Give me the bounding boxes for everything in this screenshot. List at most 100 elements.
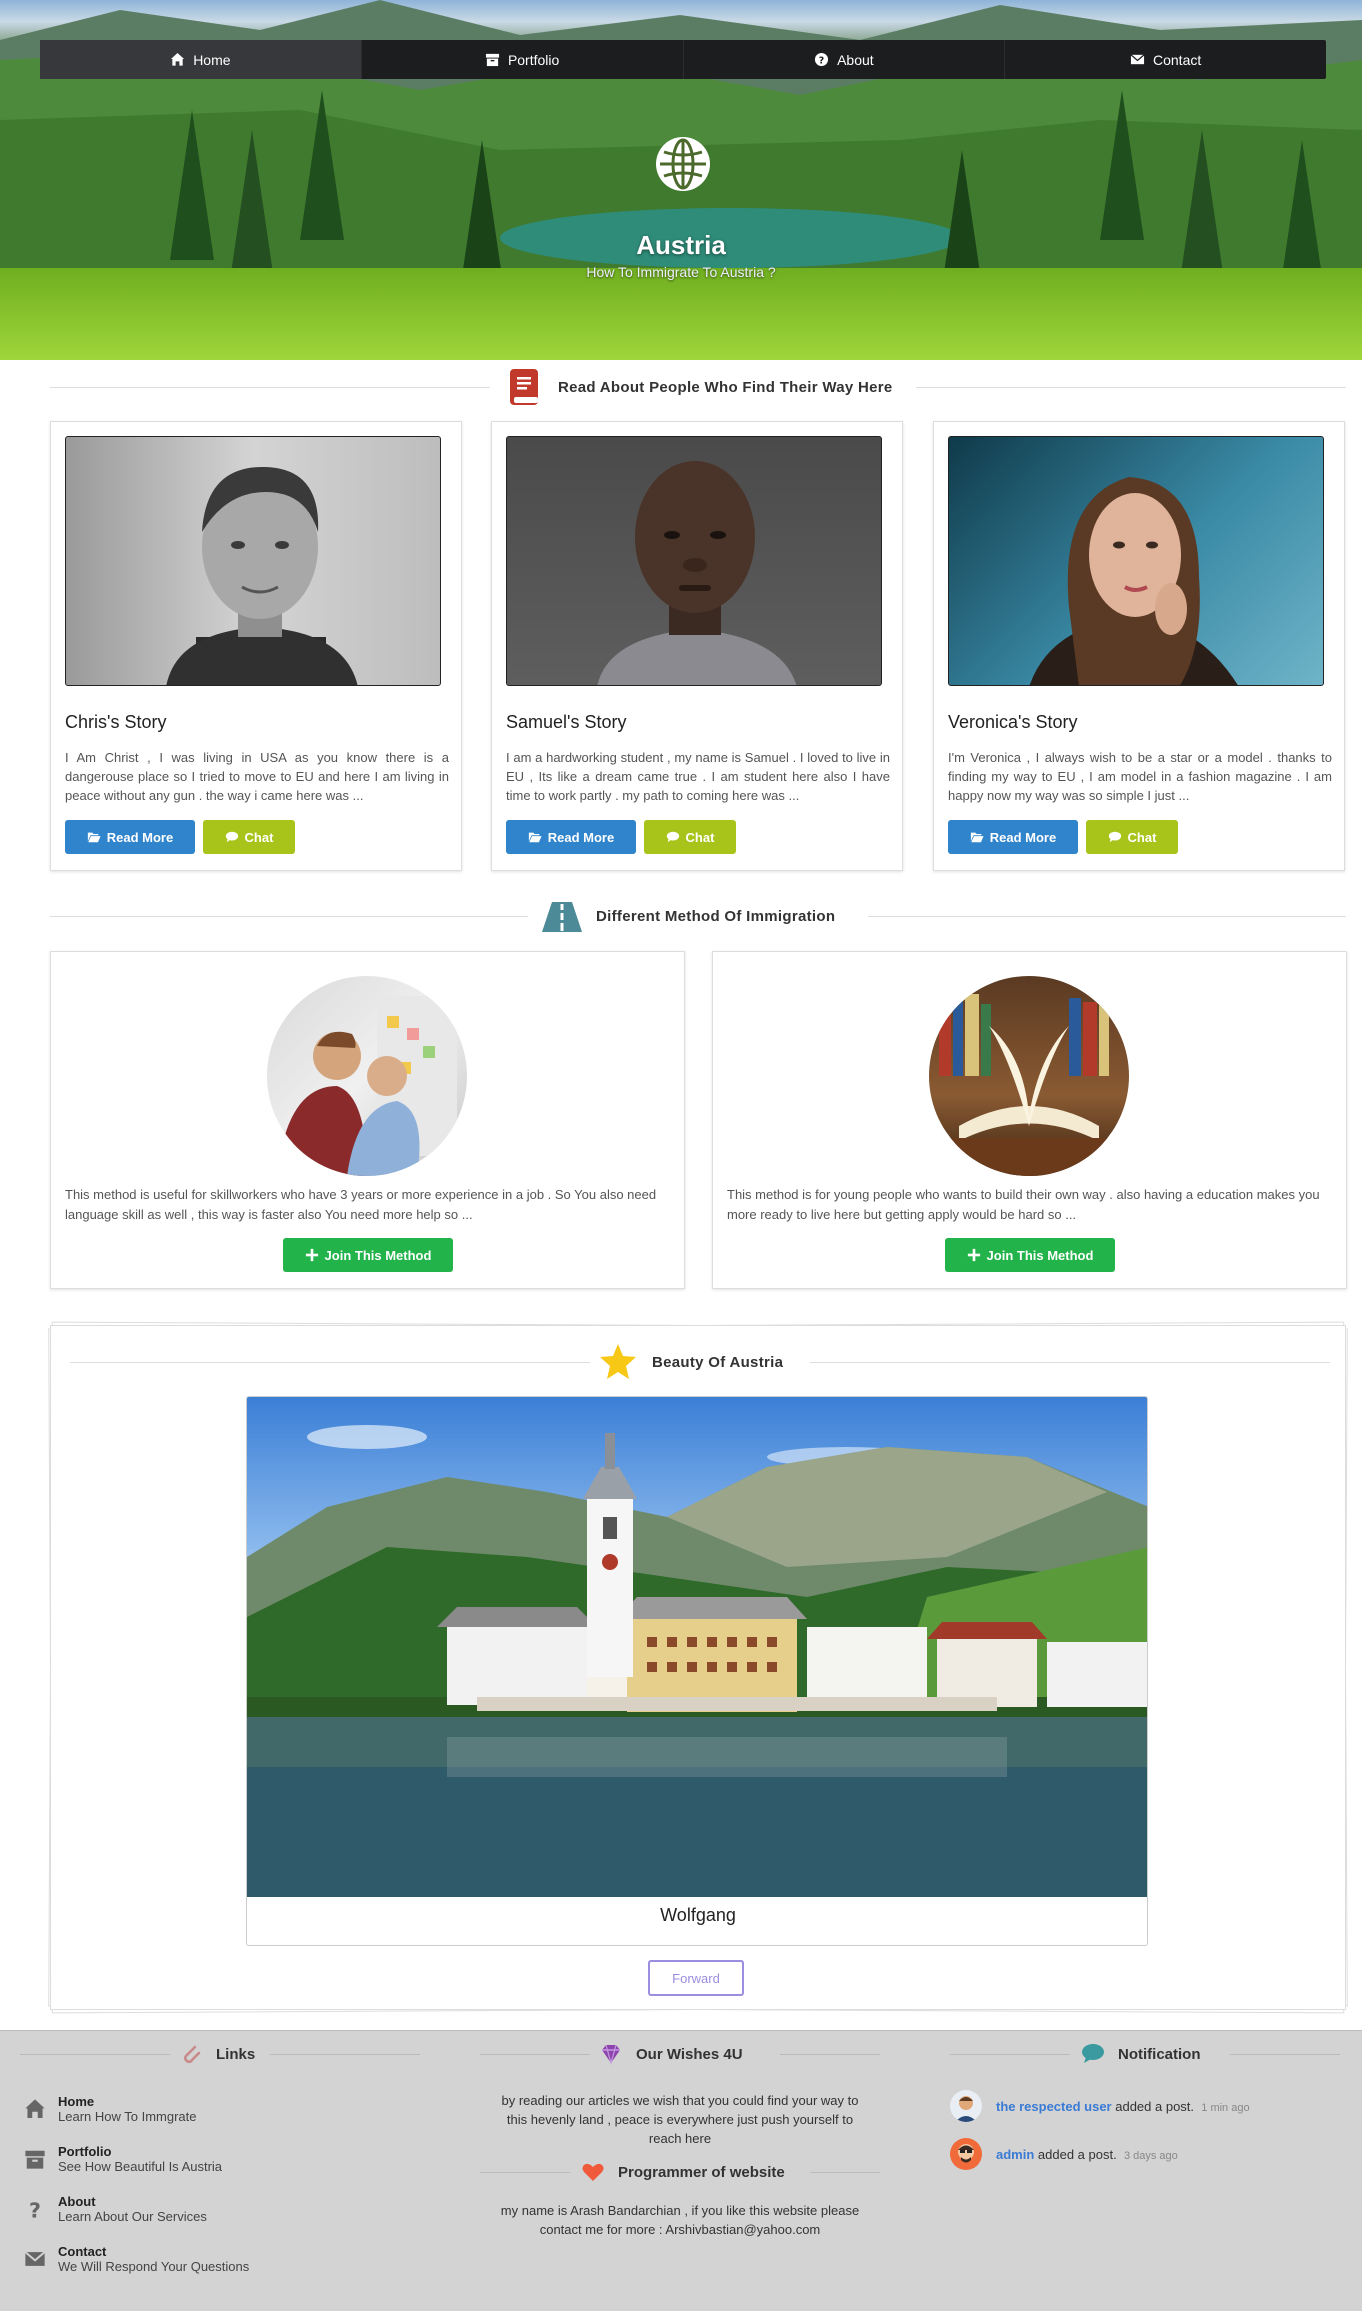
footer-links-label: Links xyxy=(216,2045,256,2063)
read-more-label: Read More xyxy=(989,829,1057,845)
notification-action: added a post. xyxy=(1037,2146,1117,2162)
divider-line xyxy=(480,2054,590,2055)
diamond-icon xyxy=(602,2044,620,2066)
notification-time: 1 min ago xyxy=(1201,2101,1250,2114)
top-navbar: Home Portfolio ? About Contact xyxy=(40,40,1326,79)
svg-text:?: ? xyxy=(819,55,824,66)
read-more-button[interactable]: Read More xyxy=(65,820,195,854)
divider-line xyxy=(950,2054,1070,2055)
notification-user-link[interactable]: the respected user xyxy=(996,2099,1112,2114)
join-method-button[interactable]: Join This Method xyxy=(283,1238,453,1272)
divider-line xyxy=(810,1362,1330,1363)
story-excerpt: I am a hardworking student , my name is … xyxy=(506,750,890,803)
nav-contact-label: Contact xyxy=(1153,51,1202,68)
method-image xyxy=(267,976,467,1176)
divider-line xyxy=(20,2054,170,2055)
chat-label: Chat xyxy=(244,829,274,845)
paperclip-icon xyxy=(183,2045,201,2064)
footer-link-text: Portfolio See How Beautiful Is Austria xyxy=(58,2144,222,2174)
story-card-chris: Chris's Story I Am Christ , I was living… xyxy=(50,421,462,871)
stories-section-label: Read About People Who Find Their Way Her… xyxy=(558,378,893,396)
footer-link-text: Contact We Will Respond Your Questions xyxy=(58,2244,249,2274)
join-method-label: Join This Method xyxy=(986,1247,1094,1263)
divider-line xyxy=(480,2172,570,2173)
question-circle-icon: ? xyxy=(815,52,829,66)
footer-wishes-label: Our Wishes 4U xyxy=(636,2045,743,2063)
archive-icon xyxy=(25,2150,45,2169)
book-icon xyxy=(510,369,538,405)
hero-banner: Home Portfolio ? About Contact Austria H… xyxy=(0,0,1362,360)
footer-link-portfolio[interactable]: Portfolio See How Beautiful Is Austria xyxy=(24,2139,404,2179)
hero-subtitle: How To Immigrate To Austria ? xyxy=(586,264,776,280)
plus-icon xyxy=(967,1248,980,1262)
story-excerpt: I'm Veronica , I always wish to be a sta… xyxy=(948,750,1332,803)
footer-link-title: About xyxy=(58,2194,96,2209)
nav-portfolio[interactable]: Portfolio xyxy=(362,40,684,79)
methods-section-title: Different Method Of Immigration xyxy=(534,896,844,936)
read-more-label: Read More xyxy=(106,829,174,845)
chat-button[interactable]: Chat xyxy=(1086,820,1178,854)
method-card-education: This method is for young people who want… xyxy=(712,951,1347,1289)
star-icon xyxy=(600,1344,636,1379)
footer-link-desc: See How Beautiful Is Austria xyxy=(58,2159,223,2174)
divider-line xyxy=(810,2172,880,2173)
footer-links-header: Links xyxy=(20,2039,420,2069)
method-description: This method is for young people who want… xyxy=(727,1187,1320,1222)
divider-line xyxy=(1230,2054,1340,2055)
footer-link-title: Contact xyxy=(58,2244,107,2259)
nav-contact[interactable]: Contact xyxy=(1005,40,1326,79)
story-title: Veronica's Story xyxy=(948,712,1078,732)
footer-link-contact[interactable]: Contact We Will Respond Your Questions xyxy=(24,2239,404,2279)
footer-link-desc: Learn How To Immgrate xyxy=(58,2109,197,2124)
chat-button[interactable]: Chat xyxy=(644,820,736,854)
story-title: Chris's Story xyxy=(65,712,167,732)
avatar xyxy=(950,2090,982,2122)
envelope-icon xyxy=(24,2251,46,2266)
archive-icon xyxy=(485,53,499,67)
footer-wishes-text: by reading our articles we wish that you… xyxy=(501,2093,859,2146)
stories-section-header: Read About People Who Find Their Way Her… xyxy=(50,367,1346,407)
notification-action: added a post. xyxy=(1115,2098,1195,2114)
join-method-button[interactable]: Join This Method xyxy=(945,1238,1115,1272)
portrait-image xyxy=(948,436,1324,686)
read-more-button[interactable]: Read More xyxy=(948,820,1078,854)
chat-label: Chat xyxy=(1127,829,1157,845)
footer-programmer-title: Programmer of website xyxy=(572,2157,793,2187)
notification-user-link[interactable]: admin xyxy=(996,2147,1034,2162)
nav-home[interactable]: Home xyxy=(40,40,362,79)
globe-icon xyxy=(656,137,710,191)
notification-item: admin added a post. 3 days ago xyxy=(950,2137,1330,2171)
story-card-veronica: Veronica's Story I'm Veronica , I always… xyxy=(933,421,1345,871)
footer-notification-label: Notification xyxy=(1118,2045,1201,2063)
envelope-icon xyxy=(1130,54,1145,65)
nav-about[interactable]: ? About xyxy=(684,40,1006,79)
footer-link-title: Portfolio xyxy=(58,2144,112,2159)
chat-button[interactable]: Chat xyxy=(203,820,295,854)
nav-home-label: Home xyxy=(193,51,231,68)
footer: Links Home Learn How To Immgrate Portfol… xyxy=(0,2030,1362,2311)
footer-link-desc: Learn About Our Services xyxy=(58,2209,207,2224)
road-icon xyxy=(542,902,582,932)
svg-text:?: ? xyxy=(29,2198,41,2220)
footer-link-text: About Learn About Our Services xyxy=(58,2194,207,2224)
notification-text: the respected user added a post. 1 min a… xyxy=(996,2099,1250,2114)
divider-line xyxy=(780,2054,880,2055)
grass-field xyxy=(0,268,1362,360)
footer-link-text: Home Learn How To Immgrate xyxy=(58,2094,197,2124)
gallery-photo xyxy=(247,1397,1147,1897)
footer-notification-header: Notification xyxy=(950,2039,1340,2069)
read-more-button[interactable]: Read More xyxy=(506,820,636,854)
comment-icon xyxy=(225,831,238,843)
divider-line xyxy=(50,387,490,388)
story-excerpt: I Am Christ , I was living in USA as you… xyxy=(65,750,449,803)
story-card-samuel: Samuel's Story I am a hardworking studen… xyxy=(491,421,903,871)
footer-link-home[interactable]: Home Learn How To Immgrate xyxy=(24,2089,404,2129)
heart-icon xyxy=(582,2163,604,2181)
question-icon: ? xyxy=(29,2198,41,2220)
footer-link-about[interactable]: ? About Learn About Our Services xyxy=(24,2189,404,2229)
folder-open-icon xyxy=(87,832,101,843)
beauty-section-title: Beauty Of Austria xyxy=(590,1342,792,1382)
forward-button[interactable]: Forward xyxy=(648,1960,744,1996)
method-image xyxy=(929,976,1129,1176)
method-description: This method is useful for skillworkers w… xyxy=(65,1187,657,1222)
